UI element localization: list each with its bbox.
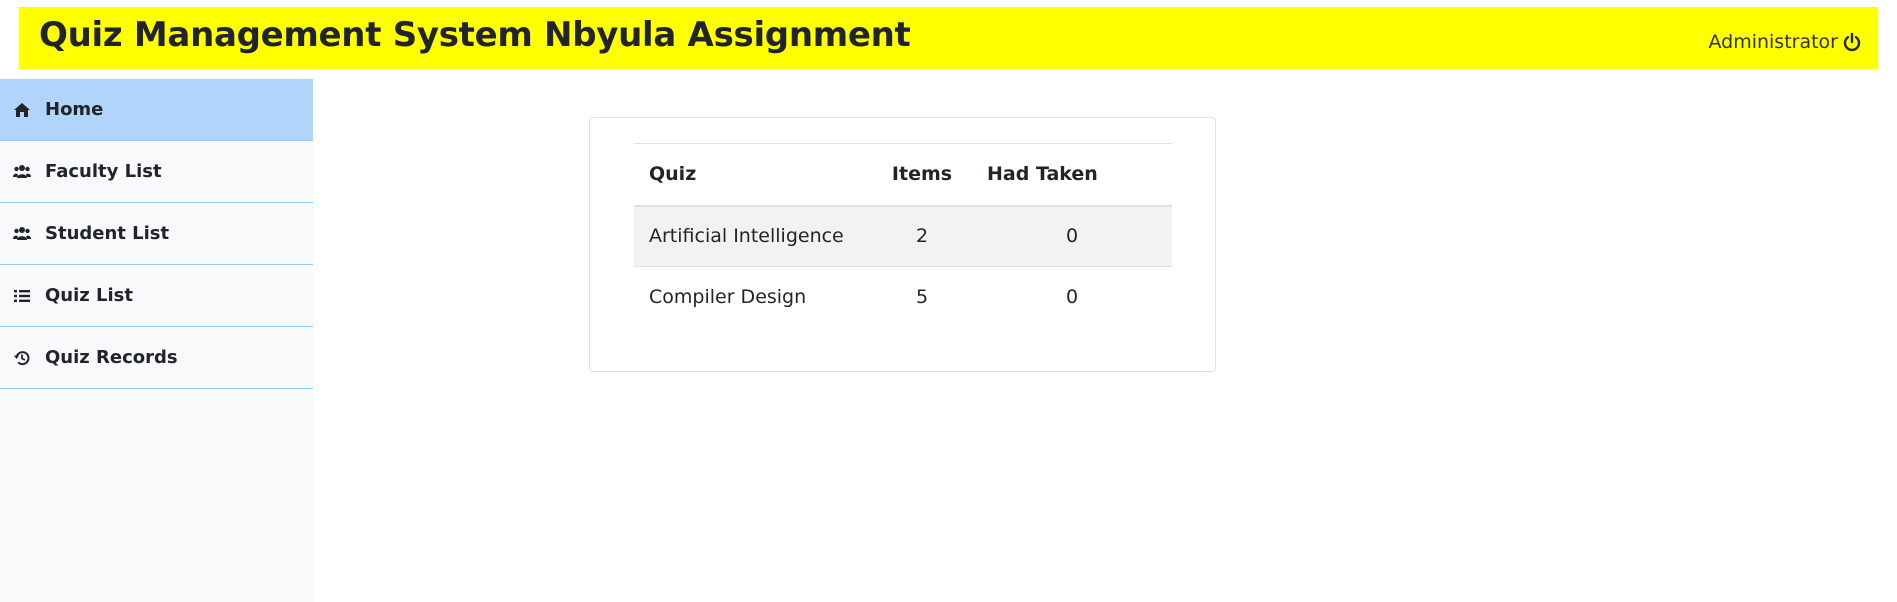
quiz-name-cell: Compiler Design (649, 286, 807, 309)
sidebar-item-label: Quiz Records (45, 347, 178, 368)
sidebar-item-home[interactable]: Home (0, 79, 313, 141)
power-icon[interactable] (1842, 32, 1862, 52)
had-taken-cell: 0 (972, 205, 1172, 267)
column-header-had-taken: Had Taken (972, 143, 1172, 207)
sidebar: Home Faculty List Student List Quiz List… (0, 79, 313, 602)
sidebar-item-student-list[interactable]: Student List (0, 203, 313, 265)
list-icon (14, 289, 30, 302)
top-header: Quiz Management System Nbyula Assignment… (19, 7, 1878, 69)
sidebar-item-label: Faculty List (45, 161, 162, 182)
sidebar-item-label: Home (45, 99, 104, 120)
sidebar-item-quiz-records[interactable]: Quiz Records (0, 327, 313, 389)
table-header-row: Quiz Items Had Taken (634, 143, 1172, 207)
table-row: Artificial Intelligence 2 0 (634, 205, 1172, 267)
sidebar-item-quiz-list[interactable]: Quiz List (0, 265, 313, 327)
sidebar-item-faculty-list[interactable]: Faculty List (0, 141, 313, 203)
username[interactable]: Administrator (1708, 31, 1838, 53)
home-icon (14, 102, 30, 117)
had-taken-cell: 0 (1065, 286, 1079, 309)
column-header-quiz: Quiz (634, 143, 872, 207)
column-header-items: Items (872, 143, 972, 207)
items-cell: 2 (872, 205, 972, 267)
sidebar-item-label: Quiz List (45, 285, 133, 306)
quiz-summary-card: Quiz Items Had Taken Artificial Intellig… (589, 117, 1216, 372)
items-cell: 5 (915, 286, 929, 309)
table-row: Compiler Design 5 0 (634, 267, 1172, 328)
users-icon (13, 164, 31, 178)
app-title: Quiz Management System Nbyula Assignment (39, 15, 911, 55)
users-icon (13, 226, 31, 240)
user-menu[interactable]: Administrator (1708, 31, 1862, 53)
sidebar-item-label: Student List (45, 223, 170, 244)
quiz-name-cell: Artificial Intelligence (634, 205, 872, 267)
history-icon (14, 350, 30, 365)
quiz-table: Quiz Items Had Taken Artificial Intellig… (634, 143, 1172, 328)
